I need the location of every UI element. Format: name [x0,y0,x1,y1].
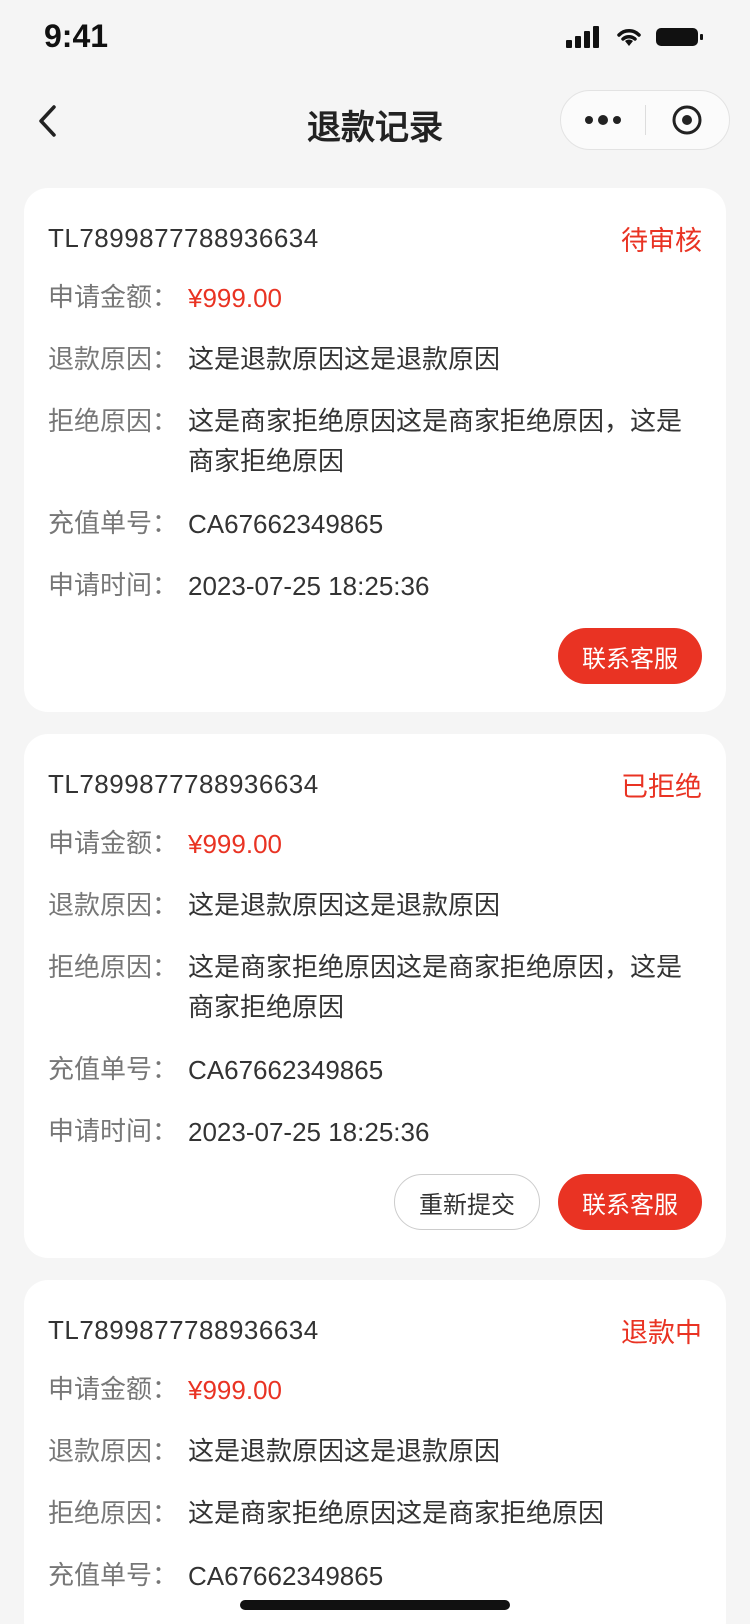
refund-record-card: TL7899877788936634 退款中 申请金额： ¥999.00 退款原因… [24,1280,726,1624]
reject-value: 这是商家拒绝原因这是商家拒绝原因，这是商家拒绝原因 [188,407,683,477]
amount-value: ¥999.00 [188,1375,282,1405]
battery-icon [656,28,703,46]
amount-label: 申请金额： [48,283,179,313]
more-button[interactable] [561,91,645,149]
status-badge: 待审核 [621,225,702,257]
recharge-no-label: 充值单号： [48,1055,179,1085]
amount-value: ¥999.00 [188,829,282,859]
reject-label: 拒绝原因： [48,953,179,983]
recharge-no-value: CA67662349865 [188,1561,384,1591]
reason-value: 这是退款原因这是退款原因 [188,345,501,375]
reason-value: 这是退款原因这是退款原因 [188,1437,501,1467]
reject-value: 这是商家拒绝原因这是商家拒绝原因，这是商家拒绝原因 [188,953,683,1023]
status-icons [566,26,706,48]
amount-value: ¥999.00 [188,283,282,313]
reason-label: 退款原因： [48,1437,179,1467]
recharge-no-value: CA67662349865 [188,509,384,539]
refund-record-card: TL7899877788936634 待审核 申请金额： ¥999.00 退款原因… [24,188,726,712]
status-badge: 已拒绝 [621,771,702,803]
mini-program-capsule [560,90,730,150]
reason-label: 退款原因： [48,891,179,921]
apply-time-value: 2023-07-25 18:25:36 [188,1117,430,1147]
nav-bar: 退款记录 [0,80,750,162]
home-indicator [240,1600,510,1610]
wifi-icon [617,29,641,46]
refund-record-list: TL7899877788936634 待审核 申请金额： ¥999.00 退款原因… [24,188,726,1624]
recharge-no-value: CA67662349865 [188,1055,384,1085]
target-icon [672,105,702,135]
order-number: TL7899877788936634 [48,1314,319,1345]
recharge-no-label: 充值单号： [48,1561,179,1591]
reject-label: 拒绝原因： [48,407,179,437]
apply-time-label: 申请时间： [48,1117,179,1147]
reason-label: 退款原因： [48,345,179,375]
status-bar: 9:41 [0,0,750,80]
more-dots-icon [584,115,621,125]
amount-label: 申请金额： [48,829,179,859]
resubmit-button[interactable]: 重新提交 [394,1174,540,1230]
order-number: TL7899877788936634 [48,768,319,799]
contact-service-button[interactable]: 联系客服 [558,628,702,684]
apply-time-value: 2023-07-25 18:25:36 [188,571,430,601]
status-badge: 退款中 [621,1317,702,1349]
refund-record-card: TL7899877788936634 已拒绝 申请金额： ¥999.00 退款原因… [24,734,726,1258]
reject-value: 这是商家拒绝原因这是商家拒绝原因 [188,1499,605,1529]
signal-icon [566,26,599,48]
amount-label: 申请金额： [48,1375,179,1405]
order-number: TL7899877788936634 [48,222,319,253]
recharge-no-label: 充值单号： [48,509,179,539]
reject-label: 拒绝原因： [48,1499,179,1529]
status-time: 9:41 [44,18,109,54]
close-button[interactable] [646,91,730,149]
contact-service-button[interactable]: 联系客服 [558,1174,702,1230]
reason-value: 这是退款原因这是退款原因 [188,891,501,921]
apply-time-label: 申请时间： [48,571,179,601]
